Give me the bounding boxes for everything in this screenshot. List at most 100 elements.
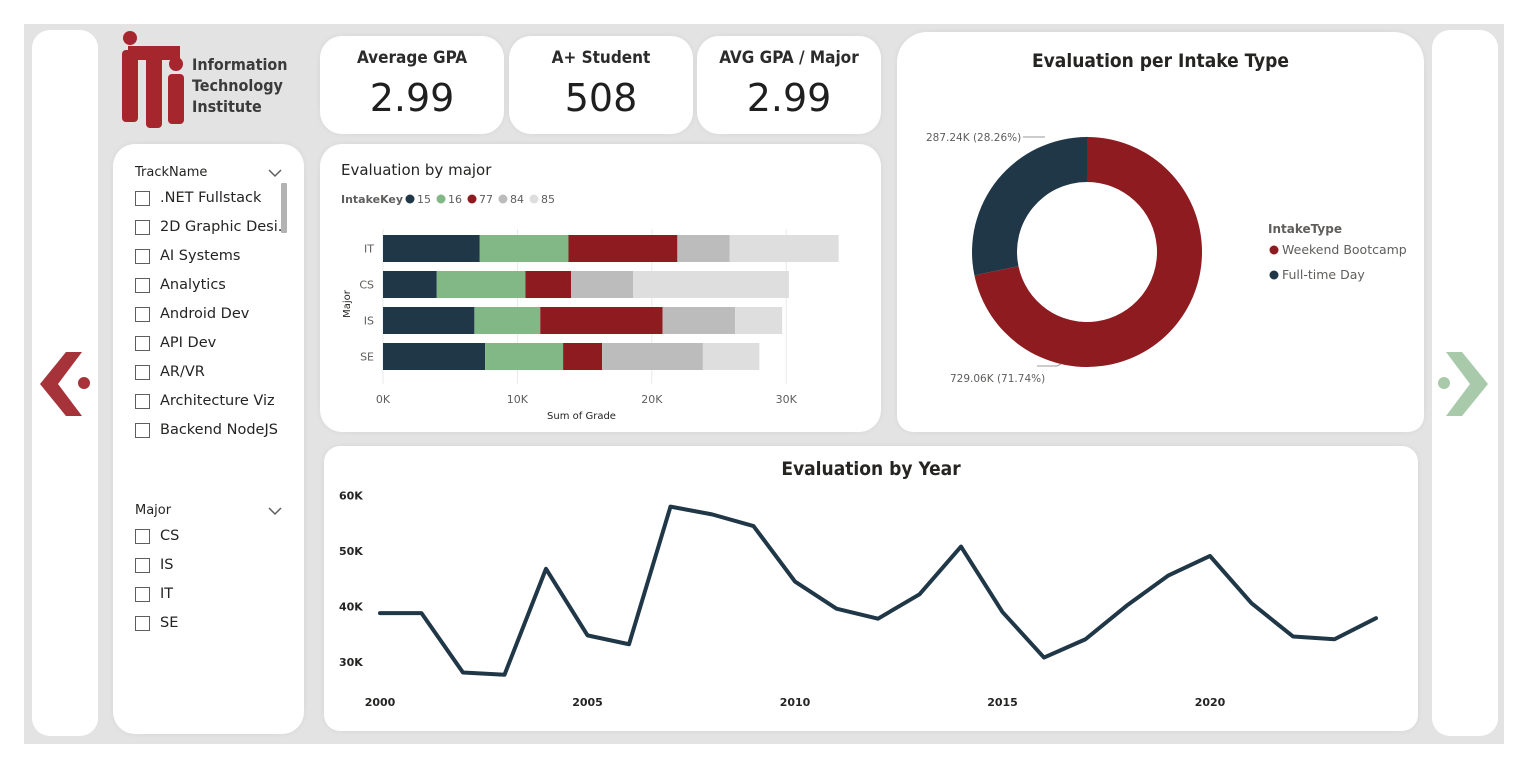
- bar-segment: [479, 235, 569, 262]
- checkbox[interactable]: [135, 528, 150, 544]
- trackname-slicer-title: TrackName: [135, 165, 208, 180]
- bar-segment: [568, 235, 678, 262]
- kpi-title: AVG GPA / Major: [719, 48, 859, 68]
- y-tick-label: 30K: [339, 656, 363, 669]
- kpi-title: Average GPA: [356, 48, 468, 68]
- kpi-value: 2.99: [369, 76, 455, 120]
- legend-label: Full-time Day: [1282, 267, 1365, 282]
- checkbox[interactable]: [135, 586, 150, 602]
- y-tick-label: 40K: [339, 601, 363, 614]
- slicer-item-label: Architecture Viz: [160, 393, 275, 409]
- slicer-item-label: 2D Graphic Desi...: [160, 219, 285, 235]
- kpi-title: A+ Student: [551, 48, 651, 68]
- checkbox[interactable]: [135, 364, 150, 380]
- x-tick-label: 0K: [376, 393, 391, 406]
- checkbox[interactable]: [135, 306, 150, 322]
- legend-title: IntakeType: [1268, 222, 1342, 236]
- arrow-right-icon: [1438, 352, 1488, 416]
- legend-label: 77: [479, 193, 493, 206]
- slicer-item-label: Backend NodeJS: [160, 422, 278, 438]
- bar-segment: [540, 307, 663, 334]
- slicer-item[interactable]: Analytics: [135, 273, 285, 297]
- slicer-item[interactable]: API Dev: [135, 331, 285, 355]
- legend-label: 85: [541, 193, 555, 206]
- bar-segment: [633, 271, 789, 298]
- bar-chart: IntakeKey 15 16 77 84 85 0K 10K 20K 30K Sum of Gra…: [341, 193, 839, 422]
- kpi-value: 508: [564, 76, 638, 120]
- slicer-item-label: CS: [160, 528, 180, 544]
- slicer-item[interactable]: Architecture Viz: [135, 389, 285, 413]
- slicer-item-label: Android Dev: [160, 306, 250, 322]
- slicer-item-label: .NET Fullstack: [160, 190, 262, 206]
- trackname-slicer-list[interactable]: .NET Fullstack 2D Graphic Desi... AI Syste…: [113, 184, 304, 452]
- leader-line: [1037, 363, 1062, 367]
- slicer-item[interactable]: IS: [135, 553, 285, 577]
- slicer-item-label: Analytics: [160, 277, 226, 293]
- slicer-item[interactable]: 2D Graphic Desi...: [135, 215, 285, 239]
- checkbox[interactable]: [135, 190, 150, 206]
- bar-segment: [702, 343, 760, 370]
- x-tick-label: 10K: [507, 393, 529, 406]
- legend-marker: [529, 194, 539, 204]
- trackname-scrollbar[interactable]: [281, 183, 287, 233]
- logo-line-1: Information: [192, 55, 288, 74]
- slicer-item[interactable]: SE: [135, 611, 285, 635]
- bar-segment: [729, 235, 839, 262]
- slicer-item[interactable]: AR/VR: [135, 360, 285, 384]
- bar-segment: [571, 271, 634, 298]
- y-tick-label: 50K: [339, 545, 363, 558]
- checkbox[interactable]: [135, 422, 150, 438]
- x-tick-label: 30K: [776, 393, 798, 406]
- legend-label: 84: [510, 193, 524, 206]
- arrow-left-icon: [40, 352, 90, 416]
- evaluation-per-intake-type-card: Evaluation per Intake Type 729.06K (71.7…: [897, 32, 1424, 432]
- kpi-value: 2.99: [746, 76, 832, 120]
- slicer-item-label: IT: [160, 586, 174, 602]
- checkbox[interactable]: [135, 615, 150, 631]
- x-tick-label: 2000: [365, 696, 396, 709]
- checkbox[interactable]: [135, 219, 150, 235]
- data-label: 287.24K (28.26%): [926, 132, 1021, 144]
- checkbox[interactable]: [135, 277, 150, 293]
- legend-marker: [1269, 270, 1279, 280]
- line-chart: 30K 40K 50K 60K 2000 2005 2010 2015 2020: [339, 490, 1378, 709]
- chevron-down-icon[interactable]: [268, 168, 282, 178]
- x-tick-label: 2020: [1195, 696, 1226, 709]
- legend-title: IntakeKey: [341, 193, 403, 206]
- slicer-item[interactable]: Backend NodeJS: [135, 418, 285, 442]
- prev-page-button[interactable]: [36, 348, 96, 420]
- x-tick-label: 2010: [780, 696, 811, 709]
- major-slicer-title: Major: [135, 503, 172, 518]
- next-page-button[interactable]: [1434, 348, 1494, 420]
- bar-segment: [677, 235, 730, 262]
- y-tick-label: IT: [364, 243, 374, 256]
- x-axis-label: Sum of Grade: [547, 411, 616, 422]
- slicer-item[interactable]: CS: [135, 524, 285, 548]
- slicer-item[interactable]: AI Systems: [135, 244, 285, 268]
- logo-line-2: Technology: [192, 76, 283, 95]
- legend-marker: [498, 194, 508, 204]
- checkbox[interactable]: [135, 335, 150, 351]
- y-tick-label: SE: [360, 351, 374, 364]
- slicer-item[interactable]: .NET Fullstack: [135, 186, 285, 210]
- evaluation-by-year-card: Evaluation by Year 30K 40K 50K 60K 2000 2005 2…: [324, 446, 1418, 731]
- slicer-item[interactable]: Android Dev: [135, 302, 285, 326]
- checkbox[interactable]: [135, 393, 150, 409]
- bar-segment: [735, 307, 783, 334]
- x-tick-label: 2015: [987, 696, 1018, 709]
- slicer-item-label: SE: [160, 615, 179, 631]
- chevron-down-icon[interactable]: [268, 506, 282, 516]
- bar-segment: [436, 271, 526, 298]
- bar-segment: [383, 307, 475, 334]
- checkbox[interactable]: [135, 557, 150, 573]
- major-slicer-list[interactable]: CS IS IT SE: [113, 524, 304, 644]
- x-tick-label: 2005: [572, 696, 603, 709]
- slicer-item-label: AR/VR: [160, 364, 205, 380]
- legend-label: Weekend Bootcamp: [1282, 242, 1407, 257]
- checkbox[interactable]: [135, 248, 150, 264]
- bar-segment: [602, 343, 703, 370]
- slicer-item[interactable]: IT: [135, 582, 285, 606]
- data-label: 729.06K (71.74%): [950, 373, 1045, 385]
- legend-label: 15: [417, 193, 431, 206]
- bar-segment: [525, 271, 572, 298]
